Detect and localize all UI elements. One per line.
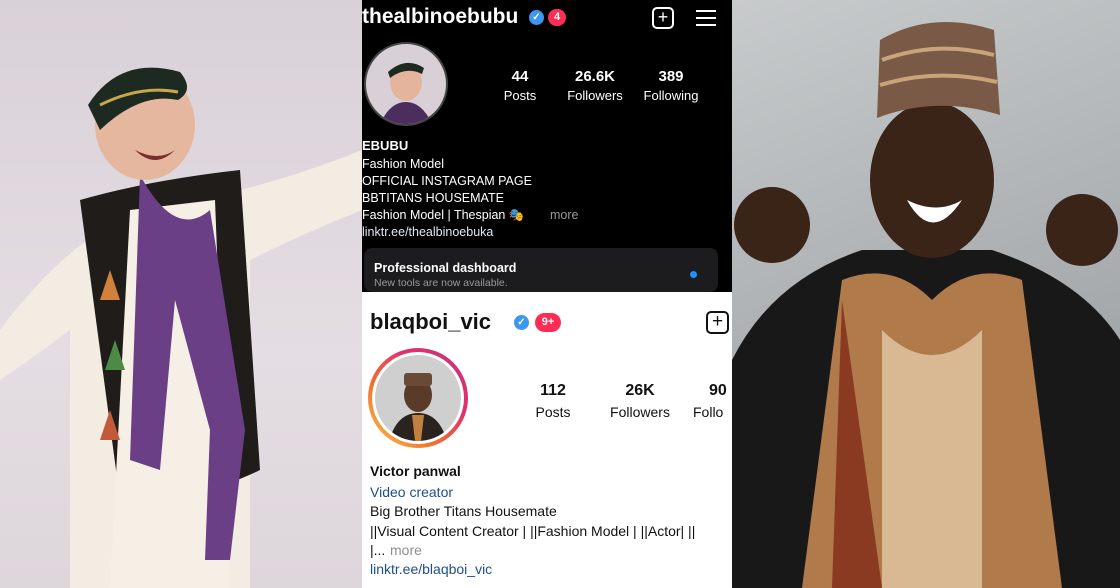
profile-name: EBUBU (362, 138, 409, 153)
notification-badge[interactable]: 9+ (535, 313, 561, 332)
stat-followers-value: 26K (625, 382, 655, 399)
profile-username[interactable]: thealbinoebubu (362, 5, 518, 29)
stat-followers-label[interactable]: Followers (602, 404, 678, 420)
bio-line: ||Visual Content Creator | ||Fashion Mod… (370, 523, 696, 539)
profile-category: Video creator (370, 484, 454, 500)
stat-posts-value: 44 (511, 68, 529, 85)
create-post-icon[interactable]: + (652, 7, 674, 29)
verified-badge-icon: ✓ (529, 10, 544, 25)
left-photo-man-in-cap-and-purple-scarf (0, 0, 362, 588)
bio-line: Big Brother Titans Housemate (370, 503, 557, 519)
stat-posts-label[interactable]: Posts (523, 404, 583, 420)
bio-link[interactable]: linktr.ee/thealbinoebuka (362, 225, 493, 239)
bio-more-link[interactable]: more (550, 208, 578, 222)
bio-line: Fashion Model (362, 157, 444, 171)
profile-username[interactable]: blaqboi_vic (370, 309, 491, 335)
profile-avatar-story-ring[interactable] (368, 348, 468, 448)
profile-avatar (375, 355, 461, 441)
stat-followers-value: 26.6K (574, 68, 616, 85)
stat-following-value: 389 (658, 68, 684, 85)
right-photo-man-in-embroidered-kaftan (732, 0, 1120, 588)
stat-followers-label[interactable]: Followers (560, 88, 630, 103)
bio-link[interactable]: linktr.ee/blaqboi_vic (370, 561, 492, 577)
bio-more-link[interactable]: more (390, 542, 422, 558)
instagram-profile-blaqboi-vic: blaqboi_vic ✓ 9+ + 112 Posts 26K Followe… (362, 292, 732, 588)
dashboard-title: Professional dashboard (374, 261, 517, 275)
profile-avatar[interactable] (364, 42, 448, 126)
professional-dashboard-card[interactable]: Professional dashboard New tools are now… (364, 248, 718, 292)
stat-following-label[interactable]: Following (638, 88, 704, 103)
bio-ellipsis: |... (370, 542, 386, 558)
stat-posts-value: 112 (540, 382, 566, 399)
menu-hamburger-icon[interactable] (696, 10, 716, 26)
stat-posts-label[interactable]: Posts (495, 88, 545, 103)
bio-line: OFFICIAL INSTAGRAM PAGE (362, 174, 532, 188)
bio-line: BBTITANS HOUSEMATE (362, 191, 504, 205)
verified-badge-icon: ✓ (514, 315, 529, 330)
instagram-profile-thealbinoebubu: thealbinoebubu ✓ 4 + 44 Posts 26.6K Foll… (362, 0, 732, 292)
dashboard-subtitle: New tools are now available. (374, 277, 508, 289)
profile-name: Victor panwal (370, 463, 461, 479)
right-photo-illustration (732, 22, 1120, 588)
notification-badge[interactable]: 4 (548, 9, 566, 26)
stat-following-value: 90 (709, 382, 727, 399)
bio-line: Fashion Model | Thespian 🎭 (362, 208, 525, 222)
new-dot-icon (690, 271, 697, 278)
create-post-icon[interactable]: + (706, 311, 729, 334)
stat-following-label[interactable]: Follo (693, 404, 723, 420)
left-photo-illustration (0, 67, 362, 588)
